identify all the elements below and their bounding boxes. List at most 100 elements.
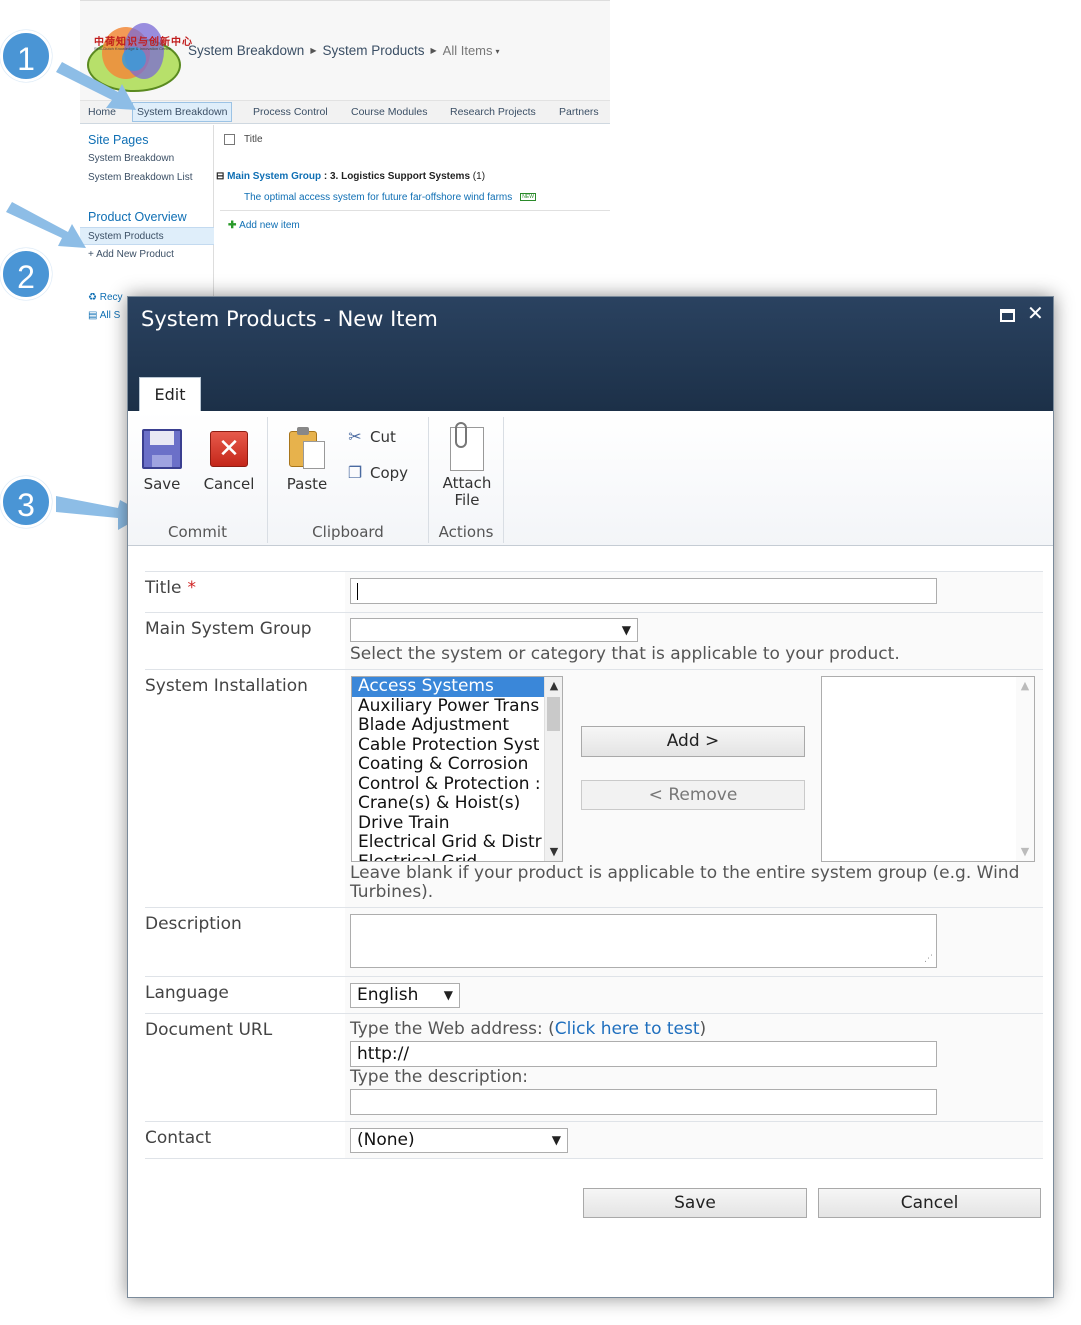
system-installation-hint: Leave blank if your product is applicabl… (350, 863, 1020, 902)
cancel-icon: ✕ (210, 431, 248, 467)
chevron-down-icon[interactable]: ▼ (1016, 843, 1034, 861)
logo-subtext: Sino-Dutch Knowledge & Innovation Centre (94, 46, 172, 51)
form-row-language: Language English ▼ (145, 976, 1043, 1013)
remove-button[interactable]: < Remove (581, 780, 805, 810)
dialog-title: System Products - New Item (141, 307, 438, 331)
chevron-down-icon: ▼ (621, 623, 631, 637)
ribbon-group-clipboard: Paste ✂ Cut ❐ Copy Clipboard (268, 417, 429, 543)
top-navigation: Home System Breakdown Process Control Co… (80, 100, 610, 124)
list-option[interactable]: Coating & Corrosion (352, 755, 544, 775)
list-option[interactable]: Access Systems (352, 677, 544, 697)
quick-launch-recycle-bin[interactable]: ♻ Recy (88, 292, 123, 303)
copy-icon: ❐ (347, 463, 363, 482)
ribbon-attach-file-button[interactable]: Attach File (437, 422, 497, 509)
maximize-icon[interactable] (1000, 309, 1015, 322)
document-url-input[interactable]: http:// (350, 1041, 937, 1067)
tab-research-projects[interactable]: Research Projects (450, 106, 536, 118)
breadcrumb-all-items[interactable]: All Items (443, 43, 493, 58)
field-label-language: Language (145, 983, 229, 1003)
paste-icon (287, 427, 327, 471)
ribbon: Save ✕ Cancel Commit Paste ✂ Cut ❐ Copy Cl… (128, 411, 1053, 546)
quick-launch-heading-site-pages[interactable]: Site Pages (88, 133, 148, 147)
field-label-description: Description (145, 914, 242, 934)
tab-edit[interactable]: Edit (139, 377, 201, 411)
close-icon[interactable]: ✕ (1027, 301, 1044, 325)
tab-partners[interactable]: Partners (559, 106, 599, 118)
tab-home[interactable]: Home (88, 106, 116, 118)
site-header: 中荷知识与创新中心 Sino-Dutch Knowledge & Innovat… (80, 0, 610, 100)
ribbon-group-label: Actions (438, 523, 494, 541)
divider (220, 210, 610, 211)
chevron-down-icon[interactable]: ▼ (545, 843, 562, 861)
contact-select[interactable]: (None) ▼ (350, 1128, 568, 1153)
column-header-title[interactable]: Title (244, 134, 263, 145)
chevron-up-icon[interactable]: ▲ (1016, 677, 1034, 695)
tab-course-modules[interactable]: Course Modules (351, 106, 427, 118)
quick-launch-item-system-breakdown[interactable]: System Breakdown (88, 153, 174, 164)
group-header[interactable]: ⊟ Main System Group : 3. Logistics Suppo… (216, 171, 485, 182)
system-installation-available-list[interactable]: Access Systems Auxiliary Power Trans Bla… (351, 676, 563, 862)
collapse-icon[interactable]: ⊟ (216, 171, 227, 182)
list-scrollbar[interactable]: ▲ ▼ (1016, 677, 1034, 861)
save-button[interactable]: Save (583, 1188, 807, 1218)
ribbon-paste-button[interactable]: Paste (282, 427, 332, 493)
language-select[interactable]: English ▼ (350, 983, 460, 1008)
system-installation-selected-list[interactable]: ▲ ▼ (821, 676, 1035, 862)
resize-grip-icon[interactable]: ⋰ (924, 954, 933, 964)
chevron-down-icon: ▼ (551, 1133, 561, 1147)
title-input[interactable] (350, 578, 937, 604)
cancel-button[interactable]: Cancel (818, 1188, 1041, 1218)
quick-launch-item-add-new-product[interactable]: + Add New Product (88, 249, 174, 260)
ribbon-group-label: Clipboard (312, 523, 384, 541)
quick-launch-all-site-content[interactable]: ▤ All S (88, 310, 120, 321)
breadcrumb-separator-icon: ▶ (310, 46, 317, 55)
breadcrumb-system-products[interactable]: System Products (322, 43, 424, 58)
list-option[interactable]: Crane(s) & Hoist(s) (352, 794, 544, 814)
step-callout-2: 2 (0, 248, 52, 300)
form-row-system-installation: System Installation Access Systems Auxil… (145, 669, 1043, 907)
new-item-dialog: System Products - New Item ✕ Edit Save ✕… (127, 296, 1054, 1298)
recycle-bin-icon: ♻ (88, 292, 100, 303)
document-icon: ▤ (88, 310, 100, 321)
main-system-group-hint: Select the system or category that is ap… (350, 644, 900, 664)
ribbon-copy-button[interactable]: ❐ Copy (346, 463, 408, 482)
ribbon-group-label: Commit (168, 523, 227, 541)
tab-system-breakdown[interactable]: System Breakdown (132, 102, 233, 122)
site-logo[interactable]: 中荷知识与创新中心 Sino-Dutch Knowledge & Innovat… (86, 13, 192, 93)
select-all-checkbox[interactable] (224, 134, 235, 145)
document-url-description-input[interactable] (350, 1089, 937, 1115)
main-system-group-select[interactable]: ▼ (350, 618, 638, 642)
background-page: 中荷知识与创新中心 Sino-Dutch Knowledge & Innovat… (80, 0, 610, 330)
list-option[interactable]: Auxiliary Power Trans (352, 697, 544, 717)
test-url-link[interactable]: Click here to test (555, 1019, 700, 1039)
logo-graphic-icon (87, 23, 181, 92)
list-item[interactable]: The optimal access system for future far… (244, 192, 536, 203)
breadcrumb-system-breakdown[interactable]: System Breakdown (188, 43, 304, 58)
list-scrollbar[interactable]: ▲ ▼ (544, 677, 562, 861)
quick-launch-item-system-breakdown-list[interactable]: System Breakdown List (88, 172, 193, 183)
quick-launch-item-system-products[interactable]: System Products (80, 227, 214, 245)
ribbon-cancel-button[interactable]: ✕ Cancel (200, 429, 258, 493)
plus-icon: ✚ (228, 220, 240, 231)
list-option[interactable]: Drive Train (352, 814, 544, 834)
ribbon-cut-button[interactable]: ✂ Cut (346, 427, 396, 446)
chevron-up-icon[interactable]: ▲ (545, 677, 562, 695)
ribbon-save-button[interactable]: Save (138, 429, 186, 493)
scrollbar-thumb[interactable] (547, 697, 560, 731)
list-option[interactable]: Electrical Grid (352, 853, 544, 862)
step-callout-3: 3 (0, 476, 52, 528)
form-row-document-url: Document URL Type the Web address: (Clic… (145, 1013, 1043, 1121)
add-button[interactable]: Add > (581, 726, 805, 757)
list-option[interactable]: Electrical Grid & Distr (352, 833, 544, 853)
new-badge: NEW (520, 193, 536, 201)
add-new-item-link[interactable]: ✚ Add new item (228, 220, 300, 231)
description-textarea[interactable]: ⋰ (350, 914, 937, 968)
chevron-down-icon[interactable]: ▾ (496, 47, 500, 56)
quick-launch-heading-product-overview[interactable]: Product Overview (88, 210, 187, 224)
list-option[interactable]: Control & Protection : (352, 775, 544, 795)
list-option[interactable]: Blade Adjustment (352, 716, 544, 736)
tab-process-control[interactable]: Process Control (253, 106, 328, 118)
dialog-header: System Products - New Item ✕ Edit (128, 297, 1053, 411)
list-option[interactable]: Cable Protection Syst (352, 736, 544, 756)
save-icon (142, 429, 182, 469)
